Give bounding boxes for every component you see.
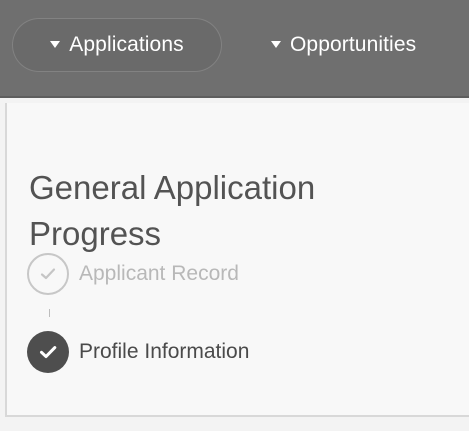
- step-label: Profile Information: [79, 340, 250, 363]
- step-profile-information[interactable]: Profile Information: [27, 327, 249, 377]
- tab-opportunities-label: Opportunities: [290, 33, 417, 56]
- tab-opportunities[interactable]: Opportunities: [271, 18, 469, 72]
- step-label: Applicant Record: [79, 262, 239, 285]
- top-navigation-bar: Applications Opportunities: [0, 0, 469, 98]
- check-circle-filled-icon: [27, 331, 69, 373]
- check-circle-outline-icon: [27, 253, 69, 295]
- tab-applications[interactable]: Applications: [12, 18, 222, 72]
- step-applicant-record[interactable]: Applicant Record: [27, 249, 239, 299]
- application-page: Applications Opportunities General Appli…: [0, 0, 469, 431]
- caret-down-icon: [50, 40, 61, 48]
- caret-down-icon: [271, 40, 281, 48]
- application-progress-card: General Application Progress Applicant R…: [5, 103, 469, 417]
- tab-applications-label: Applications: [69, 33, 184, 56]
- step-connector: [49, 301, 51, 329]
- page-title: General Application Progress: [29, 169, 316, 253]
